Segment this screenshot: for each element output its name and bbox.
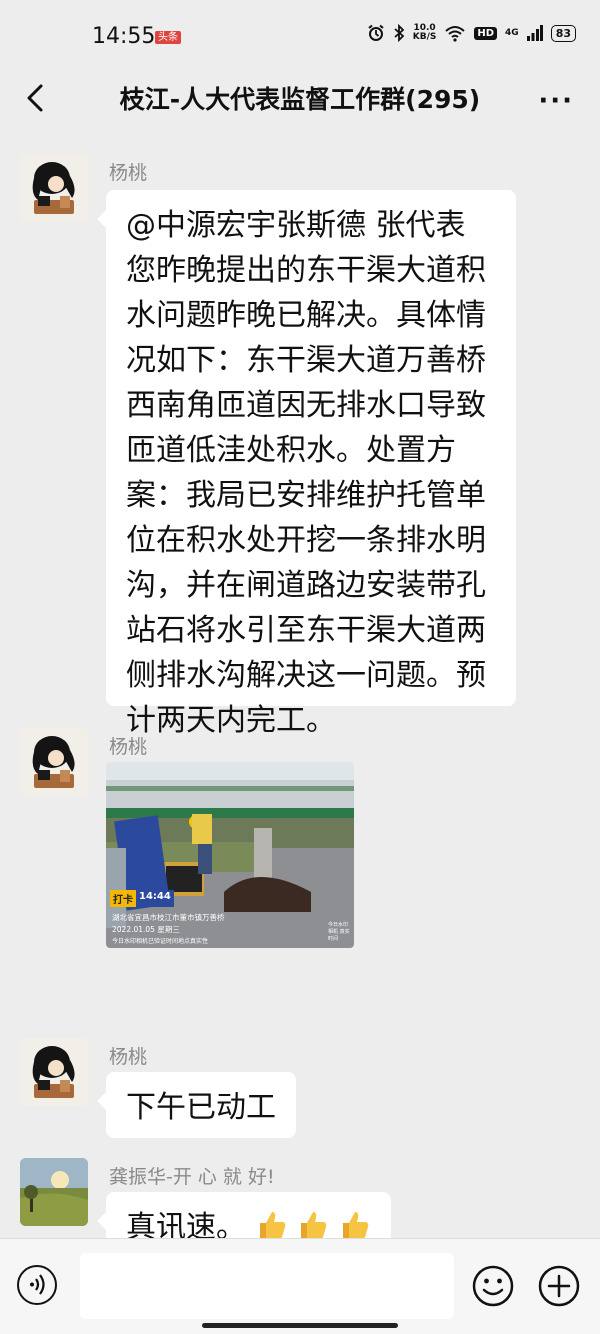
avatar[interactable] [20, 1038, 88, 1106]
avatar[interactable] [20, 728, 88, 796]
home-indicator[interactable] [202, 1323, 398, 1328]
hd-icon: HD [474, 26, 498, 40]
photo-watermark: 今日水印 相机 真实时间 [328, 922, 350, 942]
signal-type: 4G [505, 28, 519, 38]
message-line: @中源宏宇张斯德 张代表 [126, 208, 466, 243]
thumbs-up-icon [301, 1212, 327, 1239]
message-line: 匝道低洼处积水。处置方 [126, 433, 456, 468]
input-bar [0, 1238, 600, 1334]
thumbs-up-icon [342, 1212, 368, 1239]
chat-title: 枝江-人大代表监督工作群(295) [119, 85, 481, 114]
work-site-photo[interactable]: 打卡 14:44 湖北省宜昌市枝江市董市镇万善桥 2022.01.05 星期三 … [106, 762, 354, 948]
bluetooth-icon [394, 24, 405, 42]
signal-icon [526, 25, 543, 41]
message-line: 西南角匝道因无排水口导致 [126, 388, 486, 423]
photo-footer: 今日水印相机已验证时间地点真实性 [112, 938, 209, 945]
voice-icon[interactable] [17, 1265, 57, 1305]
message-line: 沟，并在闸道路边安装带孔 [126, 568, 486, 603]
wifi-icon [445, 26, 466, 42]
sender-name: 杨桃 [109, 162, 148, 184]
message-line: 水问题昨晚已解决。具体情 [126, 298, 486, 333]
chat-header: 枝江-人大代表监督工作群(295) ··· [0, 70, 600, 130]
battery-level: 83 [550, 24, 576, 42]
news-badge: 头条 [155, 31, 181, 44]
sender-name: 龚振华-开 心 就 好! [109, 1166, 275, 1188]
message-bubble[interactable]: @中源宏宇张斯德 张代表 您昨晚提出的东干渠大道积 水问题昨晚已解决。具体情 况… [97, 190, 516, 738]
photo-date: 2022.01.05 星期三 [112, 925, 180, 934]
avatar[interactable] [20, 154, 88, 222]
punch-label: 打卡 [110, 890, 136, 907]
message-line: 况如下：东干渠大道万善桥 [126, 343, 486, 378]
net-speed-unit: KB/S [412, 32, 437, 42]
smiley-icon[interactable] [472, 1265, 514, 1307]
message-input[interactable] [80, 1253, 454, 1319]
message-text: 下午已动工 [126, 1090, 276, 1125]
message-bubble[interactable]: 下午已动工 [97, 1072, 296, 1138]
message-line: 您昨晚提出的东干渠大道积 [126, 253, 486, 288]
status-icons: 10.0 KB/S HD 4G 83 [367, 24, 576, 42]
message-line: 站石将水引至东干渠大道两 [126, 613, 486, 648]
message-line: 案：我局已安排维护托管单 [126, 478, 486, 513]
message-line: 位在积水处开挖一条排水明 [126, 523, 486, 558]
avatar[interactable] [20, 1158, 88, 1226]
photo-location: 湖北省宜昌市枝江市董市镇万善桥 [112, 913, 225, 922]
more-dots-icon[interactable]: ··· [538, 86, 574, 116]
sender-name: 杨桃 [109, 736, 148, 758]
status-bar: 14:55 头条 10.0 KB/S HD 4G 83 [0, 0, 600, 70]
message-line: 计两天内完工。 [126, 703, 336, 738]
sender-name: 杨桃 [109, 1046, 148, 1068]
thumbs-up-icon [259, 1212, 285, 1239]
status-time: 14:55 [92, 24, 156, 49]
punch-time: 14:44 [136, 890, 174, 907]
net-speed: 10.0 KB/S [413, 24, 437, 42]
punch-tag: 打卡 14:44 [110, 890, 174, 907]
message-line: 侧排水沟解决这一问题。预 [126, 658, 486, 693]
alarm-icon [368, 24, 384, 41]
plus-icon[interactable] [538, 1265, 580, 1307]
